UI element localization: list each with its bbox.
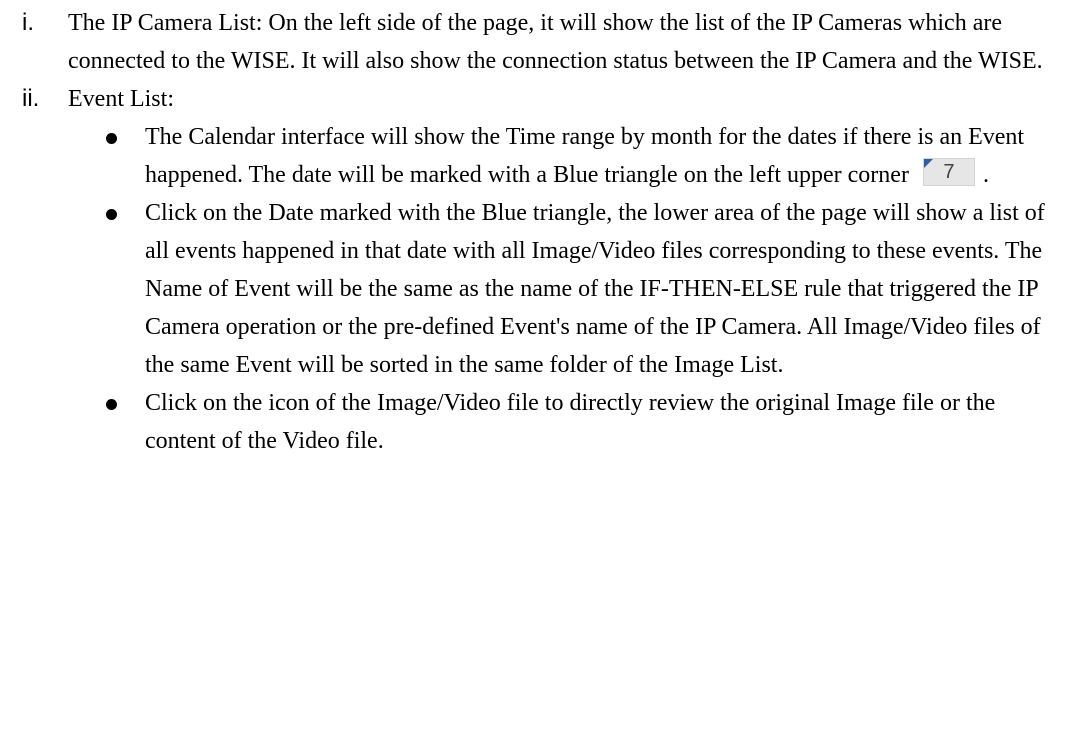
bullet-text-click-date: Click on the Date marked with the Blue t…: [145, 200, 1045, 378]
bullet-item-calendar: The Calendar interface will show the Tim…: [0, 118, 1069, 194]
paragraph-ip-camera-list: The IP Camera List: On the left side of …: [68, 10, 1043, 74]
heading-event-list: Event List:: [68, 86, 174, 112]
bullet-item-click-date: Click on the Date marked with the Blue t…: [0, 194, 1069, 384]
list-marker: ii.: [22, 85, 40, 112]
bullet-dot-icon: [106, 133, 117, 144]
date-number: 7: [943, 161, 955, 183]
bullet-text-calendar-main: The Calendar interface will show the Tim…: [145, 124, 1025, 188]
bullet-item-click-icon: Click on the icon of the Image/Video fil…: [0, 384, 1069, 460]
bullet-text-calendar: The Calendar interface will show the Tim…: [0, 118, 1060, 194]
list-marker: i.: [22, 9, 34, 36]
bullet-text-calendar-after: .: [982, 162, 989, 188]
calendar-date-marker-icon: 7: [922, 158, 975, 186]
bullet-dot-icon: [106, 399, 117, 410]
list-item-ip-camera-list: i. The IP Camera List: On the left side …: [0, 4, 1069, 80]
event-list-bullets: The Calendar interface will show the Tim…: [0, 118, 1069, 460]
bullet-text-click-icon: Click on the icon of the Image/Video fil…: [145, 390, 996, 454]
list-item-event-list: ii. Event List: The Calendar interface w…: [0, 80, 1069, 460]
document-body: i. The IP Camera List: On the left side …: [0, 0, 1069, 460]
bullet-dot-icon: [106, 209, 117, 220]
